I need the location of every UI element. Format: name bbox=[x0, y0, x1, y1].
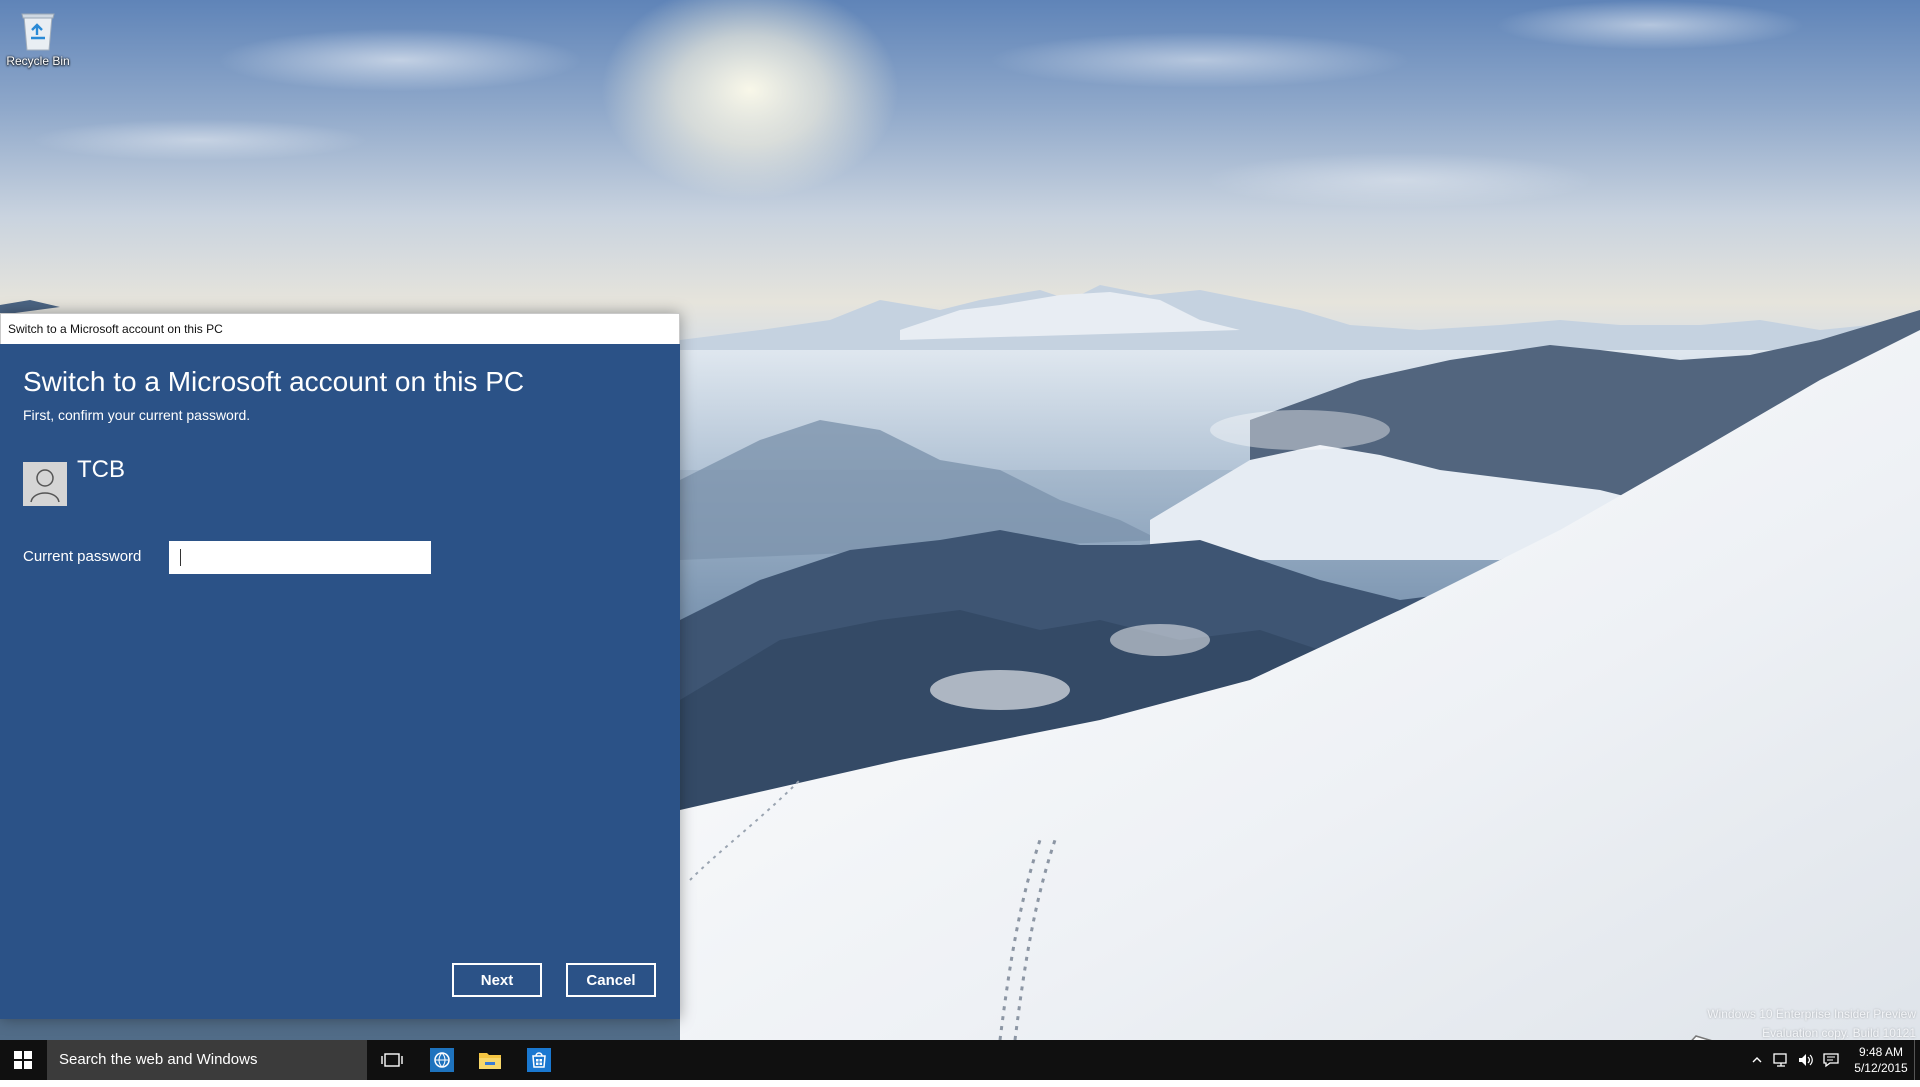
show-hidden-icons-chevron[interactable] bbox=[1752, 1052, 1762, 1068]
dialog-body: Switch to a Microsoft account on this PC… bbox=[0, 344, 680, 1019]
file-explorer-button[interactable] bbox=[470, 1040, 510, 1080]
system-clock[interactable]: 9:48 AM 5/12/2015 bbox=[1851, 1044, 1911, 1076]
dialog-titlebar[interactable]: Switch to a Microsoft account on this PC bbox=[0, 313, 680, 344]
recycle-bin-icon bbox=[21, 13, 55, 51]
show-desktop-button[interactable] bbox=[1914, 1040, 1920, 1080]
store-icon bbox=[527, 1048, 551, 1072]
dialog-subheading: First, confirm your current password. bbox=[23, 407, 251, 423]
next-button[interactable]: Next bbox=[452, 963, 542, 997]
taskbar-search-box[interactable]: Search the web and Windows bbox=[47, 1040, 367, 1080]
network-icon[interactable] bbox=[1772, 1052, 1790, 1068]
windows-logo-icon bbox=[14, 1051, 32, 1069]
password-label: Current password bbox=[23, 548, 142, 565]
taskbar: Search the web and Windows 9:48 AM 5/12/… bbox=[0, 1040, 1920, 1080]
clock-time: 9:48 AM bbox=[1858, 1045, 1904, 1059]
recycle-bin-label: Recycle Bin bbox=[6, 54, 70, 68]
store-button[interactable] bbox=[519, 1040, 559, 1080]
switch-account-dialog: Switch to a Microsoft account on this PC… bbox=[0, 313, 680, 1019]
current-password-input[interactable] bbox=[169, 541, 431, 574]
cancel-button[interactable]: Cancel bbox=[566, 963, 656, 997]
user-name: TCB bbox=[77, 456, 125, 483]
internet-explorer-icon bbox=[430, 1048, 454, 1072]
start-button[interactable] bbox=[0, 1040, 46, 1080]
watermark-edition: Windows 10 Enterprise Insider Preview bbox=[1707, 1007, 1916, 1021]
task-view-icon bbox=[381, 1053, 403, 1067]
recycle-bin-shortcut[interactable]: Recycle Bin bbox=[2, 4, 74, 68]
action-center-icon[interactable] bbox=[1822, 1052, 1840, 1068]
volume-icon[interactable] bbox=[1797, 1052, 1815, 1068]
dialog-heading: Switch to a Microsoft account on this PC bbox=[23, 366, 525, 397]
internet-explorer-button[interactable] bbox=[422, 1040, 462, 1080]
text-cursor bbox=[180, 549, 181, 566]
clock-date: 5/12/2015 bbox=[1854, 1061, 1908, 1075]
task-view-button[interactable] bbox=[372, 1040, 412, 1080]
file-explorer-icon bbox=[479, 1053, 501, 1069]
user-avatar-icon bbox=[23, 462, 67, 506]
